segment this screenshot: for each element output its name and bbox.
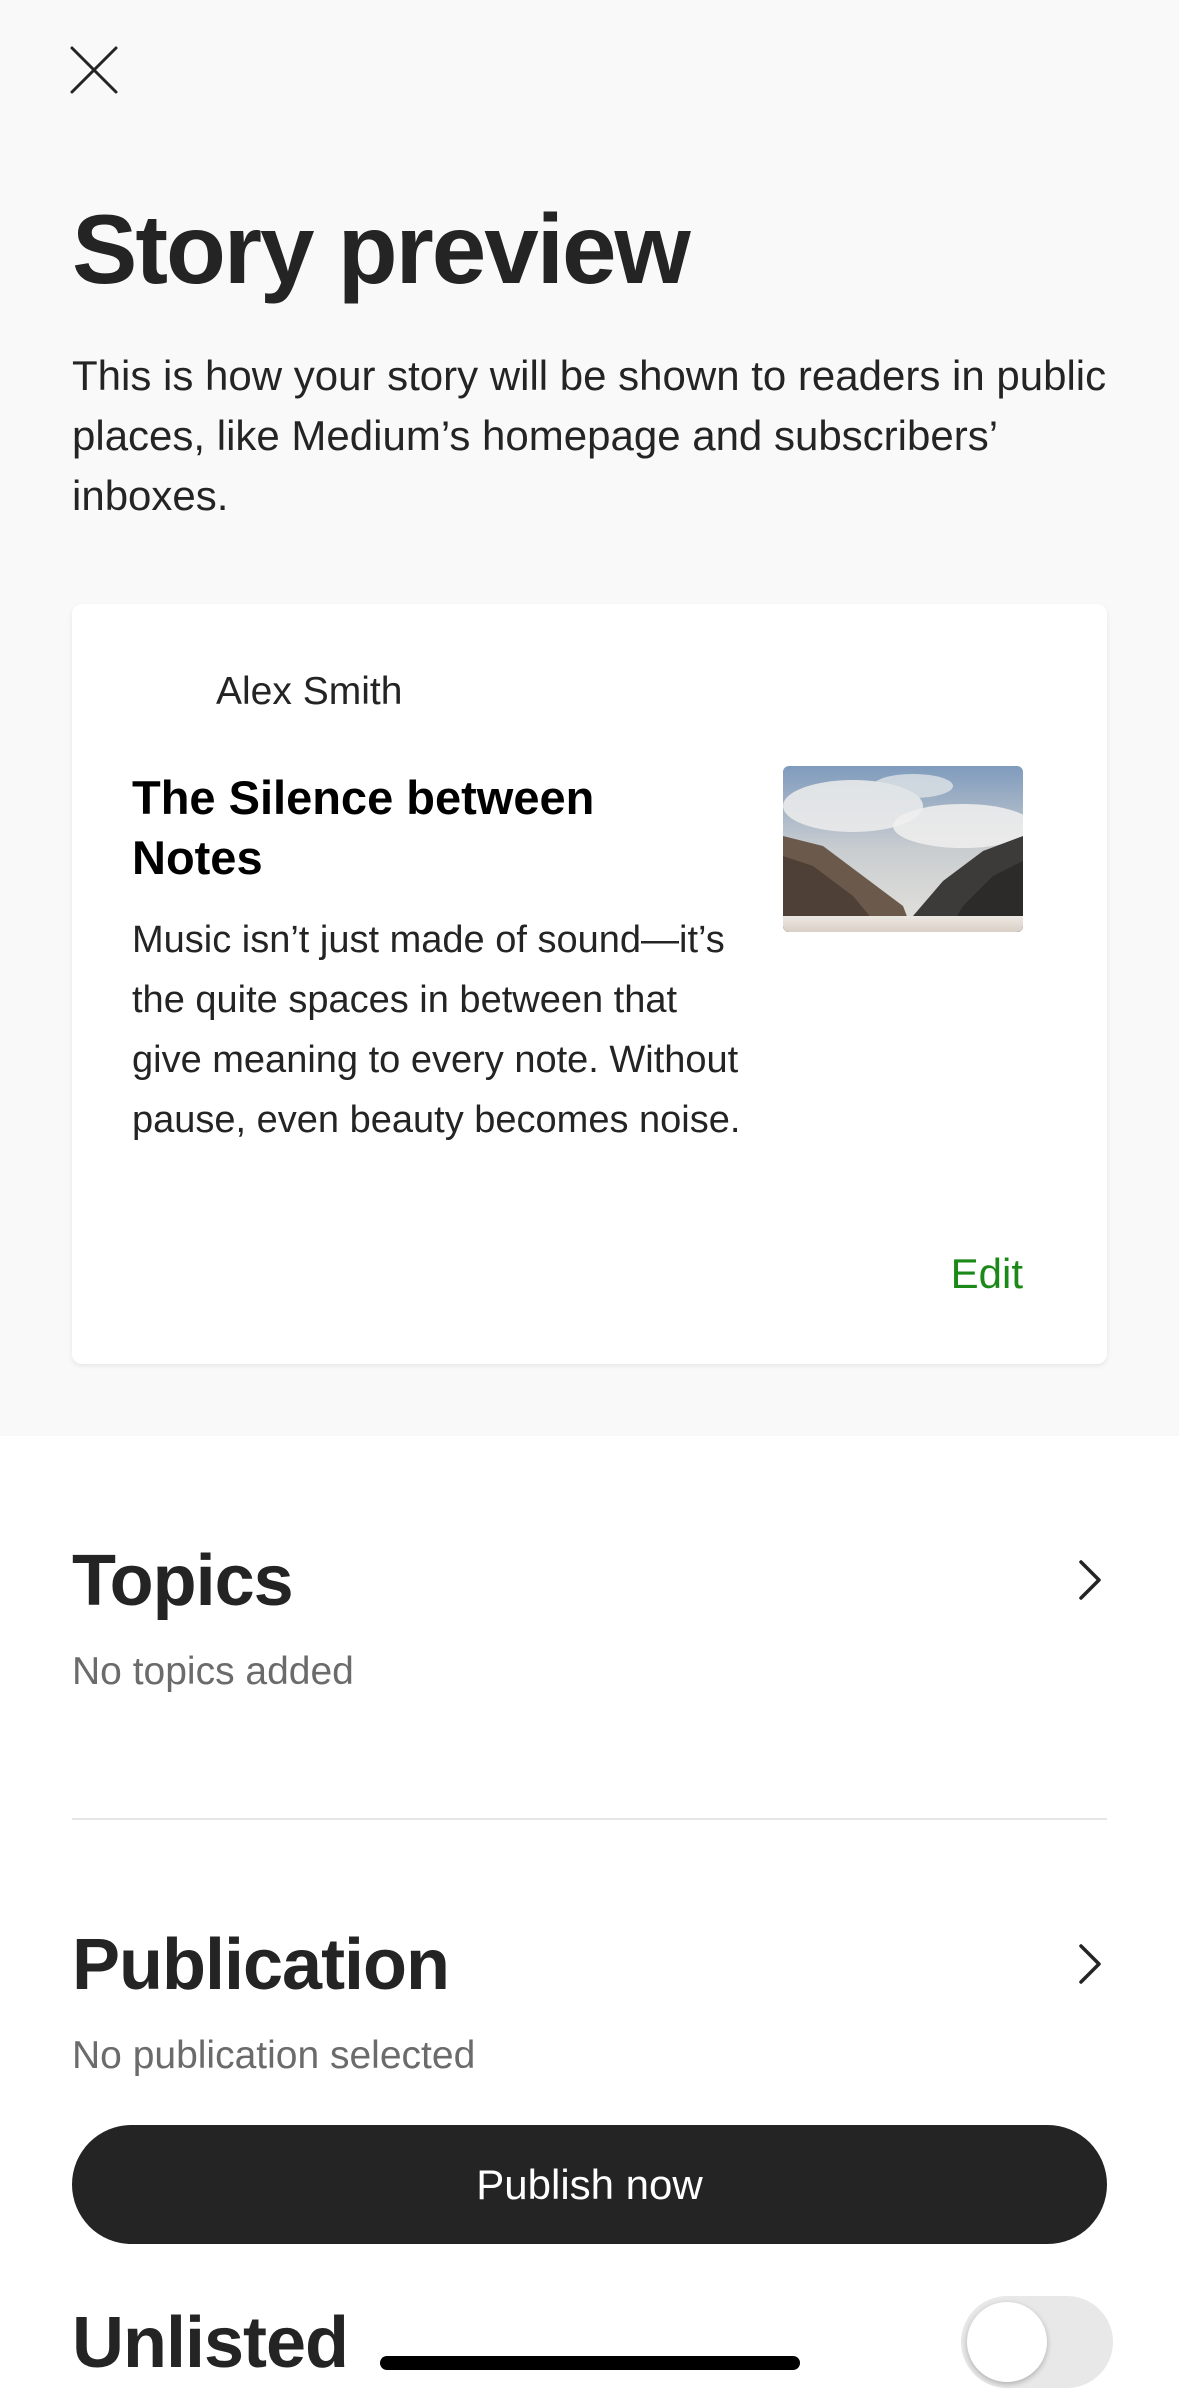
close-button[interactable] (66, 42, 122, 98)
page-title: Story preview (72, 194, 691, 304)
story-preview-card: Alex Smith The Silence between Notes Mus… (72, 604, 1107, 1364)
chevron-right-icon (1065, 1556, 1113, 1604)
home-indicator (380, 2356, 800, 2370)
topics-subtitle: No topics added (72, 1650, 354, 1693)
publication-subtitle: No publication selected (72, 2034, 476, 2077)
story-thumbnail-image (783, 766, 1023, 932)
close-icon (70, 46, 118, 94)
section-divider (72, 1818, 1107, 1820)
story-author-name: Alex Smith (216, 670, 403, 713)
story-title: The Silence between Notes (132, 771, 595, 884)
publication-title: Publication (72, 1925, 450, 2005)
unlisted-toggle[interactable] (961, 2296, 1113, 2388)
page-description: This is how your story will be shown to … (72, 352, 1107, 519)
publication-row[interactable]: Publication No publication selected (0, 1904, 1179, 2094)
topics-row[interactable]: Topics No topics added (0, 1520, 1179, 1740)
toggle-knob (967, 2302, 1047, 2382)
topics-title: Topics (72, 1541, 294, 1621)
publish-now-button[interactable]: Publish now (72, 2125, 1107, 2244)
chevron-right-icon (1065, 1940, 1113, 1988)
edit-preview-link[interactable]: Edit (951, 1250, 1023, 1298)
story-excerpt: Music isn’t just made of sound—it’s the … (132, 919, 741, 1141)
unlisted-title: Unlisted (72, 2303, 349, 2383)
